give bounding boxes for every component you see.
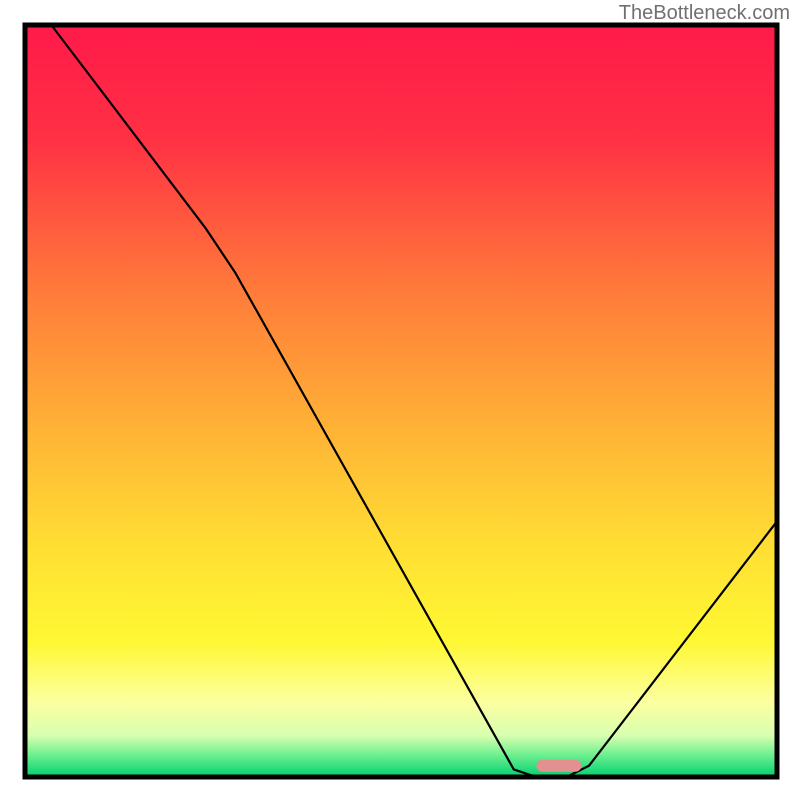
watermark-text: TheBottleneck.com [619, 2, 790, 25]
chart-svg [0, 0, 800, 800]
optimal-marker [536, 760, 581, 772]
